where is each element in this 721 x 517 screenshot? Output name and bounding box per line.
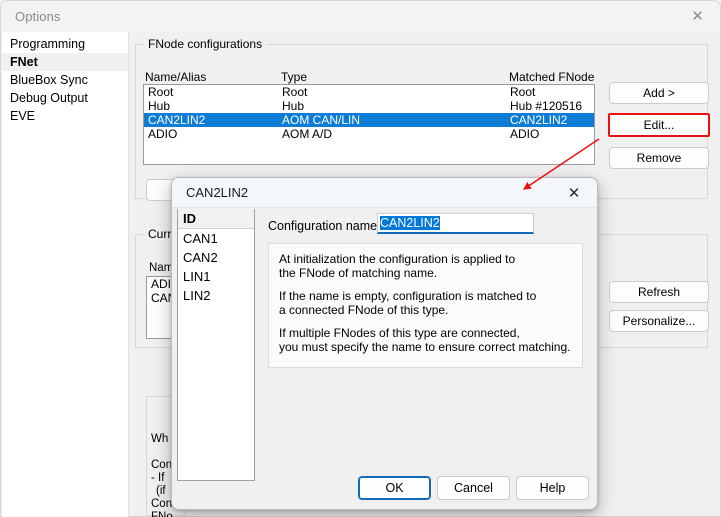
close-icon[interactable]: ✕ (675, 1, 720, 32)
bottom-fragment-2: - If (151, 472, 165, 484)
cell-name: CAN2LIN2 (148, 113, 206, 127)
description-line: the FNode of matching name. (279, 266, 438, 280)
cell-name: ADIO (148, 127, 178, 141)
cell-type: Root (282, 85, 308, 99)
cell-matched: Hub #120516 (510, 99, 583, 113)
configuration-name-value: CAN2LIN2 (380, 216, 440, 230)
cell-type: AOM A/D (282, 127, 333, 141)
cell-type: AOM CAN/LIN (282, 113, 361, 127)
id-list-item-can2[interactable]: CAN2 (178, 248, 254, 267)
bottom-fragment-1: Con (151, 459, 173, 471)
fnode-group-title: FNode configurations (144, 37, 267, 51)
id-list-header: ID (178, 209, 254, 229)
bottom-fragment-3: (if (156, 485, 166, 497)
description-line: you must specify the name to ensure corr… (279, 340, 571, 354)
refresh-button[interactable]: Refresh (609, 281, 709, 303)
edit-button[interactable]: Edit... (608, 113, 710, 137)
cell-name: Root (148, 85, 174, 99)
dialog-title: CAN2LIN2 (186, 185, 249, 200)
description-line: If the name is empty, configuration is m… (279, 289, 537, 303)
sidebar-item-debug-output[interactable]: Debug Output (2, 89, 128, 107)
sidebar-item-fnet[interactable]: FNet (2, 53, 128, 71)
can2lin2-dialog: CAN2LIN2 ✕ ID CAN1 CAN2 LIN1 LIN2 Config… (171, 177, 598, 510)
cell-matched: Root (510, 85, 536, 99)
cell-type: Hub (282, 99, 305, 113)
configuration-name-input[interactable]: CAN2LIN2 (377, 213, 534, 234)
screenshot-root: Options ✕ Programming FNet BlueBox Sync … (0, 0, 721, 517)
sidebar-item-programming[interactable]: Programming (2, 35, 128, 53)
configuration-name-label: Configuration name (268, 219, 378, 233)
cell-matched: ADIO (510, 127, 540, 141)
bottom-fragment-5: FNo (151, 511, 173, 517)
close-icon[interactable]: ✕ (557, 178, 591, 208)
id-list[interactable]: ID CAN1 CAN2 LIN1 LIN2 (177, 209, 255, 481)
table-row-selected[interactable]: CAN2LIN2 AOM CAN/LIN CAN2LIN2 (144, 113, 594, 127)
description-line: If multiple FNodes of this type are conn… (279, 326, 520, 340)
id-list-item-can1[interactable]: CAN1 (178, 229, 254, 248)
help-button[interactable]: Help (516, 476, 589, 500)
table-row[interactable]: Root Root Root (144, 85, 594, 99)
dialog-titlebar: CAN2LIN2 ✕ (172, 178, 597, 208)
description-line: At initialization the configuration is a… (279, 252, 516, 266)
remove-button[interactable]: Remove (609, 147, 709, 169)
fnode-list[interactable]: Root Root Root Hub Hub Hub #120516 CAN2L… (143, 84, 595, 165)
column-header-name-alias: Name/Alias (145, 70, 207, 84)
sidebar: Programming FNet BlueBox Sync Debug Outp… (2, 32, 129, 517)
description-panel: At initialization the configuration is a… (268, 243, 583, 368)
sidebar-item-bluebox-sync[interactable]: BlueBox Sync (2, 71, 128, 89)
cancel-button[interactable]: Cancel (437, 476, 510, 500)
cell-name: Hub (148, 99, 171, 113)
cell-name: ADI (151, 277, 172, 291)
bottom-fragment-0: Wh (151, 433, 169, 445)
sidebar-item-eve[interactable]: EVE (2, 107, 128, 125)
dialog-button-bar: OK Cancel Help (172, 467, 597, 509)
current-column-header: Nam (149, 262, 174, 274)
description-line: a connected FNode of this type. (279, 303, 449, 317)
window-title: Options (15, 9, 61, 24)
table-row[interactable]: ADIO AOM A/D ADIO (144, 127, 594, 141)
id-list-item-lin1[interactable]: LIN1 (178, 267, 254, 286)
table-row[interactable]: Hub Hub Hub #120516 (144, 99, 594, 113)
add-button[interactable]: Add > (609, 82, 709, 104)
ok-button[interactable]: OK (358, 476, 431, 500)
cell-matched: CAN2LIN2 (510, 113, 568, 127)
column-header-matched-fnode: Matched FNode (509, 70, 595, 84)
column-header-type: Type (281, 70, 308, 84)
personalize-button[interactable]: Personalize... (609, 310, 709, 332)
window-titlebar: Options ✕ (1, 1, 720, 32)
id-list-item-lin2[interactable]: LIN2 (178, 286, 254, 305)
bottom-fragment-4: Con (151, 498, 173, 510)
